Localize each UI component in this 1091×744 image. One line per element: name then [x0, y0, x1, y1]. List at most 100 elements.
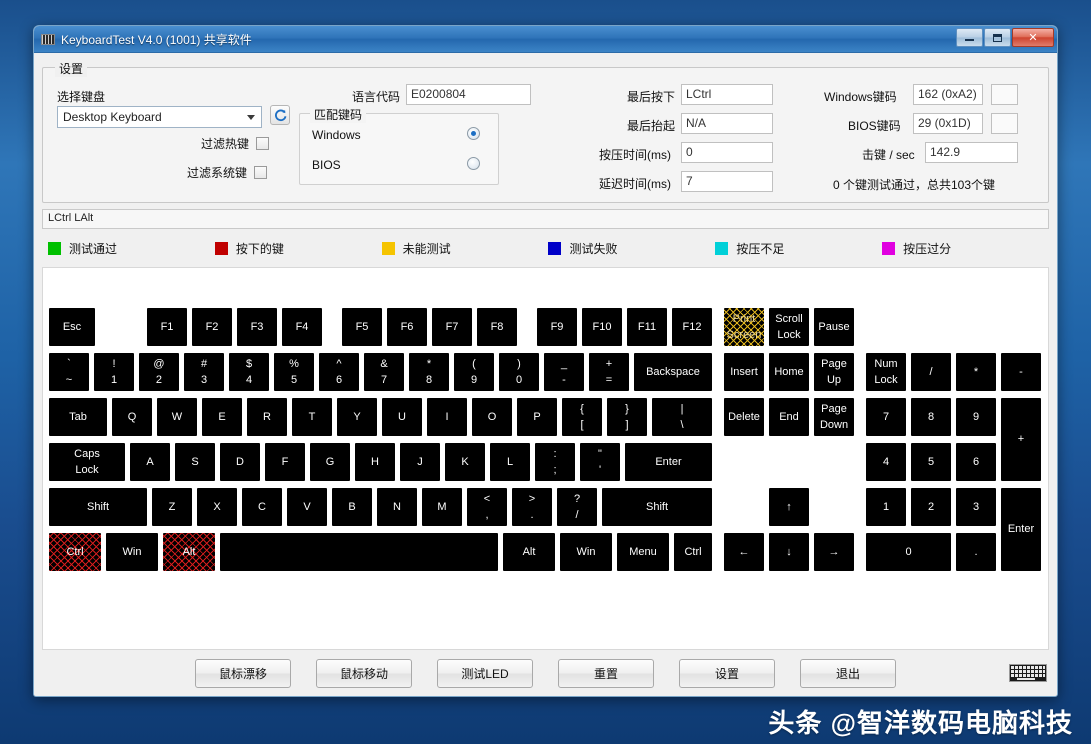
key-numpad-minus[interactable]: - — [1001, 353, 1041, 391]
key-q[interactable]: Q — [112, 398, 152, 436]
key-numpad-enter[interactable]: Enter — [1001, 488, 1041, 571]
key-backtick[interactable]: ` ~ — [49, 353, 89, 391]
key-5[interactable]: % 5 — [274, 353, 314, 391]
key-t[interactable]: T — [292, 398, 332, 436]
settings-button[interactable]: 设置 — [679, 659, 775, 688]
key-f5[interactable]: F5 — [342, 308, 382, 346]
bios-code-field[interactable]: 29 (0x1D) — [913, 113, 983, 134]
key-f8[interactable]: F8 — [477, 308, 517, 346]
key-j[interactable]: J — [400, 443, 440, 481]
key-bracket-left[interactable]: {[ — [562, 398, 602, 436]
maximize-button[interactable] — [984, 28, 1011, 47]
key-e[interactable]: E — [202, 398, 242, 436]
key-h[interactable]: H — [355, 443, 395, 481]
language-code-field[interactable]: E0200804 — [406, 84, 531, 105]
strokes-per-sec-field[interactable]: 142.9 — [925, 142, 1018, 163]
key-0[interactable]: ) 0 — [499, 353, 539, 391]
key-3[interactable]: #3 — [184, 353, 224, 391]
key-l[interactable]: L — [490, 443, 530, 481]
key-numpad-1[interactable]: 1 — [866, 488, 906, 526]
reset-button[interactable]: 重置 — [558, 659, 654, 688]
key-ctrl-right[interactable]: Ctrl — [674, 533, 712, 571]
key-9[interactable]: (9 — [454, 353, 494, 391]
key-f4[interactable]: F4 — [282, 308, 322, 346]
key-comma[interactable]: <, — [467, 488, 507, 526]
key-tab[interactable]: Tab — [49, 398, 107, 436]
title-bar[interactable]: KeyboardTest V4.0 (1001) 共享软件 ✕ — [34, 26, 1057, 53]
key-n[interactable]: N — [377, 488, 417, 526]
key-f10[interactable]: F10 — [582, 308, 622, 346]
filter-system-checkbox[interactable] — [254, 166, 268, 179]
key-numpad-9[interactable]: 9 — [956, 398, 996, 436]
key-x[interactable]: X — [197, 488, 237, 526]
key-a[interactable]: A — [130, 443, 170, 481]
key-caps-lock[interactable]: Caps Lock — [49, 443, 125, 481]
filter-system-row[interactable]: 过滤系统键 — [187, 164, 268, 181]
test-led-button[interactable]: 测试LED — [437, 659, 533, 688]
last-up-field[interactable]: N/A — [681, 113, 773, 134]
mouse-move-button[interactable]: 鼠标移动 — [316, 659, 412, 688]
key-8[interactable]: * 8 — [409, 353, 449, 391]
key-quote[interactable]: " ' — [580, 443, 620, 481]
key-arrow-left[interactable]: ← — [724, 533, 764, 571]
key-z[interactable]: Z — [152, 488, 192, 526]
key-period[interactable]: >. — [512, 488, 552, 526]
key-win-right[interactable]: Win — [560, 533, 612, 571]
minimize-button[interactable] — [956, 28, 983, 47]
key-alt-right[interactable]: Alt — [503, 533, 555, 571]
match-windows-radio[interactable] — [467, 127, 480, 140]
key-r[interactable]: R — [247, 398, 287, 436]
key-end[interactable]: End — [769, 398, 809, 436]
key-6[interactable]: ^ 6 — [319, 353, 359, 391]
key-shift-right[interactable]: Shift — [602, 488, 712, 526]
key-arrow-down[interactable]: ↓ — [769, 533, 809, 571]
key-1[interactable]: ! 1 — [94, 353, 134, 391]
windows-code-extra-field[interactable] — [991, 84, 1018, 105]
key-f9[interactable]: F9 — [537, 308, 577, 346]
press-time-field[interactable]: 0 — [681, 142, 773, 163]
key-bracket-right[interactable]: }] — [607, 398, 647, 436]
last-down-field[interactable]: LCtrl — [681, 84, 773, 105]
close-button[interactable]: ✕ — [1012, 28, 1054, 47]
key-arrow-up[interactable]: ↑ — [769, 488, 809, 526]
key-page-up[interactable]: Page Up — [814, 353, 854, 391]
key-s[interactable]: S — [175, 443, 215, 481]
match-bios-radio[interactable] — [467, 157, 480, 170]
key-page-down[interactable]: Page Down — [814, 398, 854, 436]
filter-hotkey-row[interactable]: 过滤热键 — [201, 135, 270, 152]
key-menu[interactable]: Menu — [617, 533, 669, 571]
key-equals[interactable]: + = — [589, 353, 629, 391]
key-numpad-4[interactable]: 4 — [866, 443, 906, 481]
key-semicolon[interactable]: :; — [535, 443, 575, 481]
key-k[interactable]: K — [445, 443, 485, 481]
key-4[interactable]: $4 — [229, 353, 269, 391]
mouse-drift-button[interactable]: 鼠标漂移 — [195, 659, 291, 688]
key-numpad-divide[interactable]: / — [911, 353, 951, 391]
key-numpad-multiply[interactable]: * — [956, 353, 996, 391]
key-w[interactable]: W — [157, 398, 197, 436]
key-numpad-5[interactable]: 5 — [911, 443, 951, 481]
key-v[interactable]: V — [287, 488, 327, 526]
key-y[interactable]: Y — [337, 398, 377, 436]
key-delete[interactable]: Delete — [724, 398, 764, 436]
key-scroll-lock[interactable]: Scroll Lock — [769, 308, 809, 346]
key-i[interactable]: I — [427, 398, 467, 436]
key-c[interactable]: C — [242, 488, 282, 526]
key-ctrl-left[interactable]: Ctrl — [49, 533, 101, 571]
windows-code-field[interactable]: 162 (0xA2) — [913, 84, 983, 105]
key-numpad-6[interactable]: 6 — [956, 443, 996, 481]
key-numpad-3[interactable]: 3 — [956, 488, 996, 526]
key-p[interactable]: P — [517, 398, 557, 436]
key-numpad-2[interactable]: 2 — [911, 488, 951, 526]
key-minus[interactable]: _ - — [544, 353, 584, 391]
key-backspace[interactable]: Backspace — [634, 353, 712, 391]
key-print-screen[interactable]: Print Screen — [724, 308, 764, 346]
key-f1[interactable]: F1 — [147, 308, 187, 346]
key-numpad-8[interactable]: 8 — [911, 398, 951, 436]
key-g[interactable]: G — [310, 443, 350, 481]
key-alt-left[interactable]: Alt — [163, 533, 215, 571]
key-f7[interactable]: F7 — [432, 308, 472, 346]
key-f12[interactable]: F12 — [672, 308, 712, 346]
key-o[interactable]: O — [472, 398, 512, 436]
key-arrow-right[interactable]: → — [814, 533, 854, 571]
